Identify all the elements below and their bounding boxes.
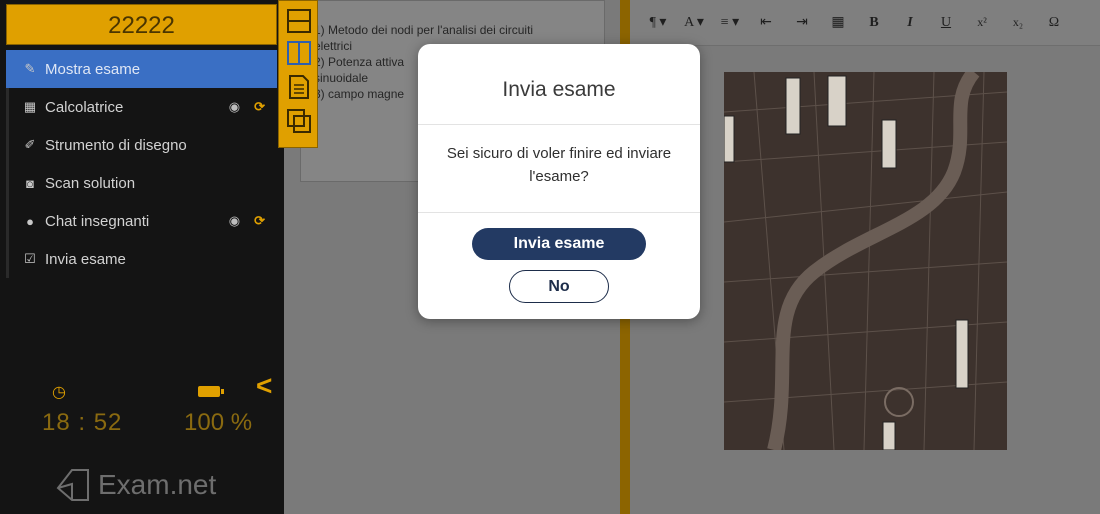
- italic-button[interactable]: I: [892, 15, 928, 31]
- camera-icon: ◙: [26, 175, 34, 191]
- dialog-message: Sei sicuro di voler finire ed inviare l'…: [446, 145, 672, 185]
- question-line: 1) Metodo dei nodi per l'analisi dei cir…: [314, 23, 534, 37]
- split-horizontal-icon[interactable]: [285, 7, 313, 35]
- sidebar-item-calcolatrice[interactable]: ▦ Calcolatrice ◉ ⟳: [6, 88, 277, 126]
- battery-percent: 100 %: [184, 409, 253, 436]
- sidebar-item-mostra-esame[interactable]: ✎ Mostra esame: [6, 50, 277, 88]
- table-button[interactable]: ▦: [820, 14, 856, 31]
- brush-icon: ✐: [24, 137, 36, 152]
- sidebar-menu: ✎ Mostra esame ▦ Calcolatrice ◉ ⟳ ✐ Stru…: [6, 50, 277, 278]
- sidebar-item-label: Calcolatrice: [45, 98, 124, 116]
- dialog-title: Invia esame: [502, 78, 616, 101]
- editor-toolbar: ¶ ▾ A ▾ ≡ ▾ ⇤ ⇥ ▦ B I U x² x₂ Ω: [630, 0, 1100, 46]
- bold-button[interactable]: B: [856, 15, 892, 31]
- collapse-sidebar-icon[interactable]: <: [256, 370, 272, 402]
- font-button[interactable]: A ▾: [676, 14, 712, 31]
- subscript-button[interactable]: x₂: [1000, 15, 1036, 30]
- superscript-button[interactable]: x²: [964, 15, 1000, 30]
- split-vertical-icon[interactable]: [285, 39, 313, 67]
- calculator-icon: ▦: [23, 99, 37, 114]
- indent-button[interactable]: ⇥: [784, 14, 820, 31]
- eye-icon[interactable]: ◉: [229, 99, 240, 115]
- sync-icon[interactable]: ⟳: [254, 213, 265, 229]
- item-controls: ◉ ⟳: [229, 213, 265, 229]
- layout-tool-strip: [278, 0, 318, 148]
- special-char-button[interactable]: Ω: [1036, 15, 1072, 31]
- paragraph-format-button[interactable]: ¶ ▾: [640, 14, 676, 31]
- exam-net-logo: Exam.net: [52, 466, 216, 504]
- cancel-button[interactable]: No: [509, 270, 609, 303]
- sidebar-item-chat-insegnanti[interactable]: ● Chat insegnanti ◉ ⟳: [6, 202, 277, 240]
- item-controls: ◉ ⟳: [229, 99, 265, 115]
- exam-code: 22222: [6, 4, 277, 45]
- edit-icon: ✎: [24, 61, 36, 76]
- sidebar-item-scan-solution[interactable]: ◙ Scan solution: [6, 164, 277, 202]
- sidebar-item-label: Mostra esame: [45, 60, 141, 78]
- logo-icon: [56, 469, 89, 501]
- dialog-divider: [418, 124, 700, 125]
- logo-text: Exam.net: [98, 469, 217, 500]
- dialog-divider: [418, 212, 700, 213]
- sidebar-item-invia-esame[interactable]: ☑ Invia esame: [6, 240, 277, 278]
- document-icon[interactable]: [285, 73, 313, 101]
- time-remaining: 18 : 52: [42, 409, 123, 436]
- eye-icon[interactable]: ◉: [229, 213, 240, 229]
- sidebar-item-strumento-di-disegno[interactable]: ✐ Strumento di disegno: [6, 126, 277, 164]
- map-image: [724, 72, 1007, 450]
- sidebar: 22222 ✎ Mostra esame ▦ Calcolatrice ◉ ⟳ …: [0, 0, 284, 514]
- battery-icon: [198, 386, 224, 397]
- confirm-submit-button[interactable]: Invia esame: [472, 228, 646, 260]
- submit-exam-dialog: Invia esame Sei sicuro di voler finire e…: [418, 44, 700, 319]
- checkbox-icon: ☑: [24, 251, 36, 266]
- sidebar-item-label: Scan solution: [45, 174, 136, 192]
- underline-button[interactable]: U: [928, 15, 964, 31]
- chat-icon: ●: [26, 213, 34, 229]
- sidebar-item-label: Invia esame: [45, 250, 126, 268]
- sidebar-item-label: Strumento di disegno: [45, 136, 187, 154]
- clock-icon: ◷: [52, 384, 66, 401]
- map-illustration: [724, 72, 1007, 450]
- copy-icon[interactable]: [285, 107, 313, 135]
- sync-icon[interactable]: ⟳: [254, 99, 265, 115]
- sidebar-item-label: Chat insegnanti: [45, 212, 150, 230]
- outdent-button[interactable]: ⇤: [748, 14, 784, 31]
- align-button[interactable]: ≡ ▾: [712, 14, 748, 31]
- answer-editor: ¶ ▾ A ▾ ≡ ▾ ⇤ ⇥ ▦ B I U x² x₂ Ω: [630, 0, 1100, 514]
